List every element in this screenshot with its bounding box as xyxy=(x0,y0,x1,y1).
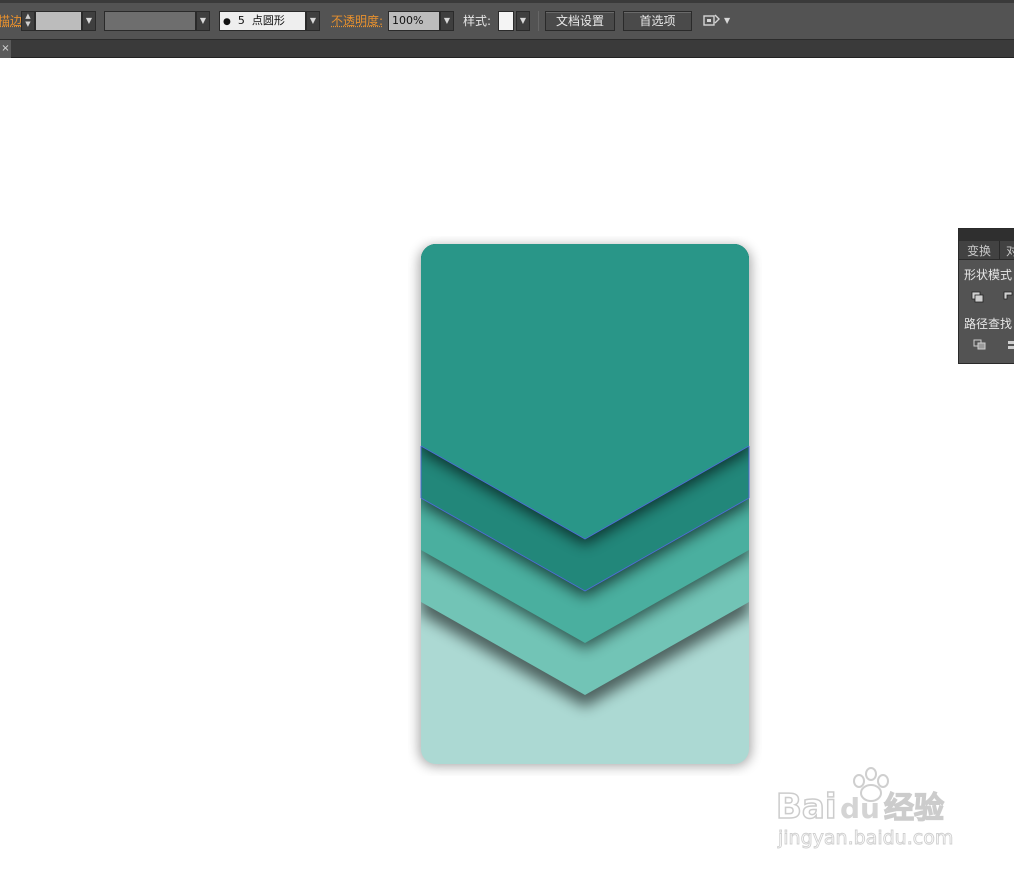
panel-title-bar[interactable] xyxy=(959,229,1014,241)
toolbar-separator xyxy=(538,11,539,31)
chevron-down-icon: ▼ xyxy=(199,16,207,25)
close-icon[interactable]: × xyxy=(0,40,11,58)
card-body xyxy=(421,244,749,764)
brush-shape: 点圆形 xyxy=(251,14,285,27)
spinner-up-icon[interactable]: ▲ xyxy=(22,12,34,20)
graphic-style-swatch[interactable] xyxy=(498,11,514,31)
divide-icon[interactable] xyxy=(973,339,987,351)
trim-icon[interactable] xyxy=(1007,339,1014,351)
preferences-button[interactable]: 首选项 xyxy=(623,11,692,31)
card-artwork[interactable] xyxy=(408,236,762,776)
document-setup-button[interactable]: 文档设置 xyxy=(545,11,615,31)
panel-tabs: 变换 对 xyxy=(959,241,1014,260)
pathfinders-label: 路径查找 xyxy=(964,317,1013,331)
style-label: 样式: xyxy=(463,14,492,28)
opacity-dropdown[interactable]: ▼ xyxy=(440,11,454,31)
unite-icon[interactable] xyxy=(971,291,985,303)
pathfinder-panel: 变换 对 形状模式 路径查找 xyxy=(958,228,1014,364)
variable-width-profile[interactable] xyxy=(104,11,196,31)
chevron-down-icon[interactable]: ▼ xyxy=(724,11,734,31)
chevron-down-icon: ▼ xyxy=(519,16,527,25)
document-tab-bar: × xyxy=(0,40,1014,58)
tab-align[interactable]: 对 xyxy=(999,241,1014,259)
opacity-label[interactable]: 不透明度: xyxy=(331,11,383,31)
brush-dot-icon: ● xyxy=(223,17,231,27)
watermark-brand-cn: 经验 xyxy=(884,791,944,826)
watermark-brand-right: du xyxy=(840,792,880,825)
opacity-input[interactable]: 100% xyxy=(388,11,440,31)
spinner-down-icon[interactable]: ▼ xyxy=(22,20,34,28)
chevron-down-icon: ▼ xyxy=(85,16,93,25)
chevron-down-icon: ▼ xyxy=(309,16,317,25)
brush-definition-dropdown[interactable]: ▼ xyxy=(306,11,320,31)
stroke-weight-input[interactable] xyxy=(35,11,82,31)
minus-front-icon[interactable] xyxy=(1003,291,1014,303)
variable-width-dropdown[interactable]: ▼ xyxy=(196,11,210,31)
watermark-url: jingyan.baidu.com xyxy=(777,827,953,849)
shape-modes-label: 形状模式 xyxy=(964,268,1013,282)
brush-definition-field[interactable]: ● 5 点圆形 xyxy=(219,11,306,31)
control-bar: 描边: ▲ ▼ ▼ ▼ ● 5 点圆形 ▼ 不透明度: 100% ▼ 样式: ▼… xyxy=(0,0,1014,40)
baidu-jingyan-watermark: Bai du 经验 jingyan.baidu.com xyxy=(775,767,954,849)
stroke-weight-spinner[interactable]: ▲ ▼ xyxy=(21,11,35,31)
brush-size: 5 xyxy=(237,14,245,27)
chevron-down-icon: ▼ xyxy=(443,16,451,25)
arrange-documents-icon[interactable] xyxy=(703,11,721,31)
watermark-brand-left: Bai xyxy=(776,787,837,827)
control-bar-top-edge xyxy=(0,0,1014,3)
tab-transform[interactable]: 变换 xyxy=(967,241,991,259)
graphic-style-dropdown[interactable]: ▼ xyxy=(516,11,530,31)
stroke-weight-dropdown[interactable]: ▼ xyxy=(82,11,96,31)
